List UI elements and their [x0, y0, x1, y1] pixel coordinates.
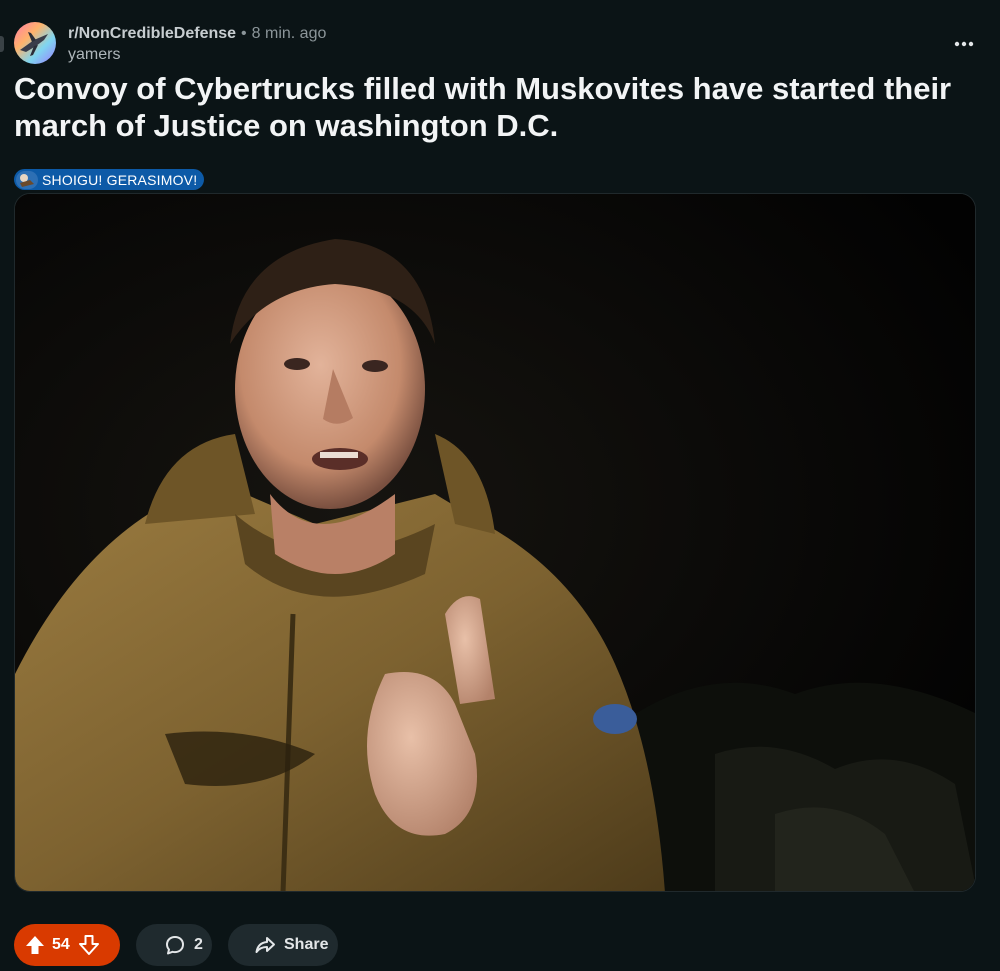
- post-image[interactable]: [14, 193, 976, 892]
- comment-count: 2: [194, 936, 203, 953]
- post-flair[interactable]: SHOIGU! GERASIMOV!: [14, 169, 205, 190]
- share-label: Share: [284, 936, 329, 953]
- subreddit-link[interactable]: r/NonCredibleDefense: [68, 24, 236, 44]
- post-meta: r/NonCredibleDefense • 8 min. ago yamers: [68, 24, 326, 65]
- post-actions: 54 2 Share: [14, 924, 338, 966]
- more-options-button[interactable]: [944, 30, 984, 58]
- downvote-arrow-icon[interactable]: [78, 934, 100, 956]
- upvote-arrow-icon[interactable]: [24, 934, 46, 956]
- vote-control: 54: [14, 924, 120, 966]
- collapse-edge-marker: [0, 36, 4, 52]
- post-image-content: [15, 194, 975, 891]
- vote-count: 54: [52, 936, 70, 953]
- more-options-icon: [954, 41, 974, 47]
- post-title[interactable]: Convoy of Cybertrucks filled with Muskov…: [14, 70, 974, 144]
- comments-button[interactable]: 2: [136, 924, 212, 966]
- meta-separator: •: [241, 25, 247, 42]
- flair-emoji-icon: [16, 170, 38, 189]
- post-timestamp: 8 min. ago: [251, 25, 327, 42]
- author-link[interactable]: yamers: [68, 45, 326, 65]
- flair-label: SHOIGU! GERASIMOV!: [42, 171, 198, 188]
- post-header: r/NonCredibleDefense • 8 min. ago yamers: [14, 22, 326, 65]
- subreddit-avatar[interactable]: [14, 22, 56, 64]
- comment-bubble-icon: [164, 934, 186, 956]
- post-card: r/NonCredibleDefense • 8 min. ago yamers…: [0, 0, 1000, 971]
- share-button[interactable]: Share: [228, 924, 338, 966]
- share-arrow-icon: [254, 934, 276, 956]
